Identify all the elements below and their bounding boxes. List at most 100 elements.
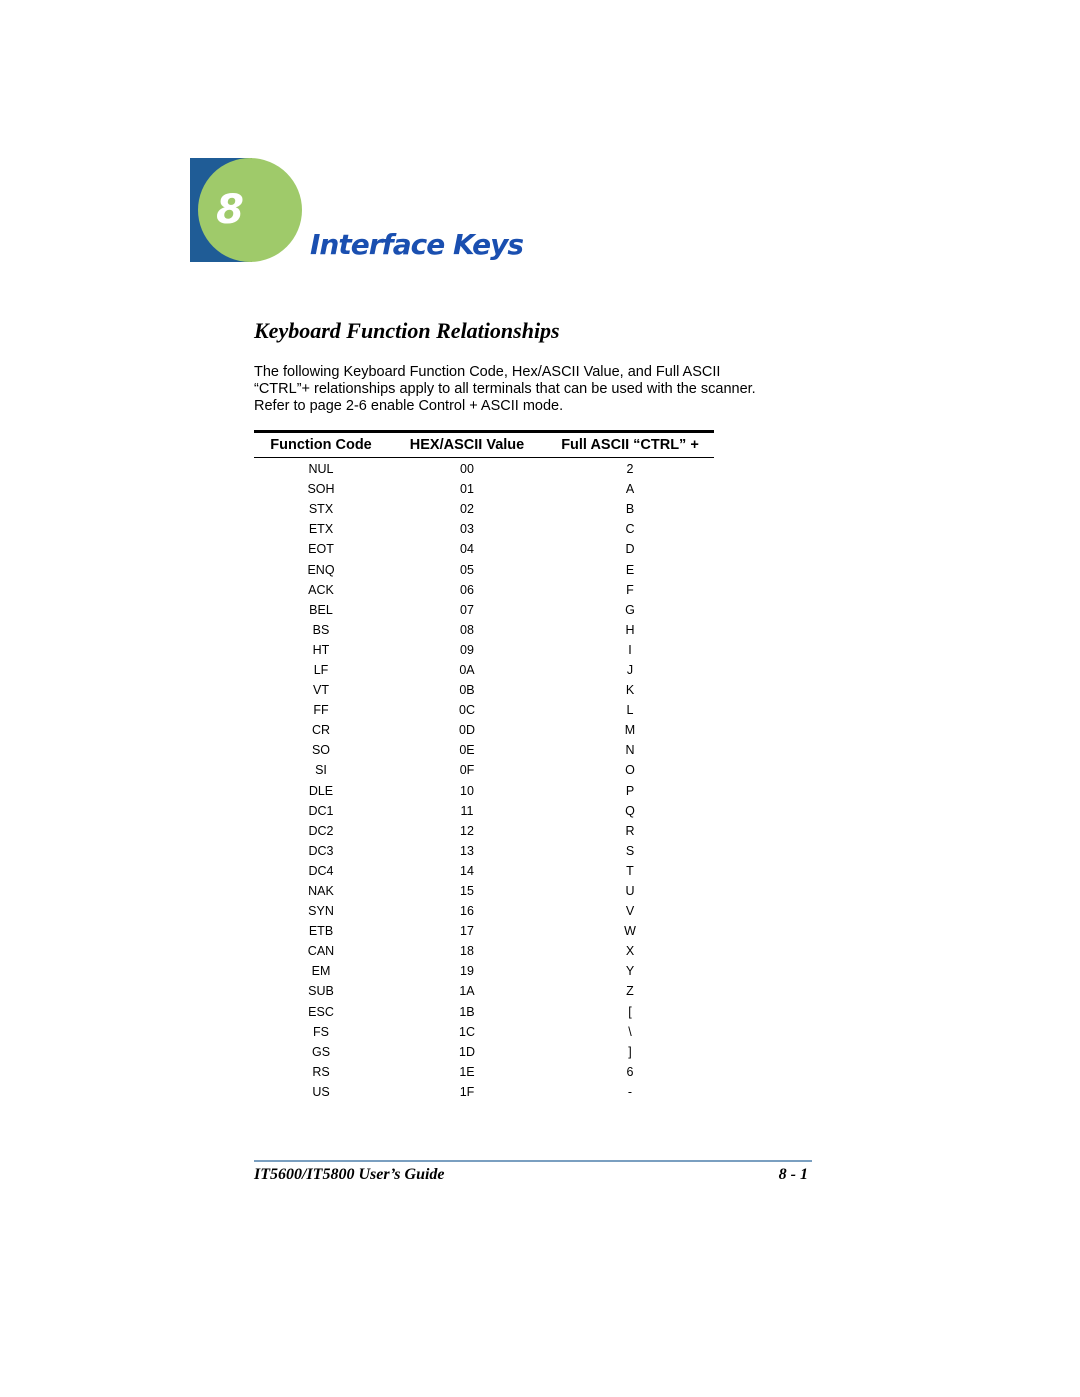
cell-function-code: SYN [308, 904, 334, 919]
table-row: FF 0C L [254, 700, 714, 720]
cell-function-code: DC2 [308, 823, 334, 838]
cell-hex-value: 0A [459, 662, 475, 677]
cell-function-code: FS [313, 1024, 329, 1039]
cell-function-code: NAK [308, 884, 334, 899]
cell-ctrl-key: R [625, 823, 635, 838]
table-row: DC1 11 Q [254, 801, 714, 821]
cell-function-code: DC4 [308, 863, 334, 878]
table-row: SYN 16 V [254, 901, 714, 921]
cell-hex-value: 18 [460, 944, 474, 959]
header-full-ascii-ctrl: Full ASCII “CTRL” + [561, 437, 699, 453]
cell-ctrl-key: S [625, 843, 635, 858]
table-row: SI 0F O [254, 760, 714, 780]
cell-function-code: ESC [308, 1004, 334, 1019]
cell-hex-value: 0F [459, 763, 475, 778]
cell-function-code: STX [308, 502, 334, 517]
table-row: CR 0D M [254, 720, 714, 740]
table-row: FS 1C \ [254, 1022, 714, 1042]
cell-function-code: FF [313, 703, 329, 718]
cell-hex-value: 12 [460, 823, 474, 838]
table-row: ETX 03 C [254, 519, 714, 539]
cell-ctrl-key: I [628, 642, 632, 657]
chapter-number: 8 [216, 187, 244, 233]
cell-ctrl-key: Y [625, 964, 635, 979]
cell-ctrl-key: \ [628, 1024, 632, 1039]
cell-function-code: EOT [308, 542, 334, 557]
cell-hex-value: 01 [460, 482, 474, 497]
table-row: US 1F - [254, 1082, 714, 1102]
cell-function-code: US [312, 1084, 330, 1099]
cell-hex-value: 1F [459, 1084, 475, 1099]
cell-ctrl-key: E [625, 562, 635, 577]
cell-function-code: NUL [308, 462, 334, 477]
cell-hex-value: 07 [460, 602, 474, 617]
cell-function-code: SO [311, 743, 331, 758]
cell-ctrl-key: Q [625, 803, 635, 818]
intro-line: “CTRL”+ relationships apply to all termi… [254, 381, 756, 397]
cell-ctrl-key: G [625, 602, 635, 617]
footer-page-number: 8 - 1 [778, 1166, 808, 1183]
cell-function-code: DLE [308, 783, 334, 798]
header-function-code: Function Code [270, 437, 372, 453]
cell-ctrl-key: X [625, 944, 635, 959]
table-row: ETB 17 W [254, 921, 714, 941]
cell-function-code: ETB [308, 924, 334, 939]
table-body: NUL 00 2 SOH 01 A STX 02 B ETX 03 C EOT 04 D ENQ 05 E ACK 0… [254, 458, 714, 1102]
cell-hex-value: 0E [459, 743, 475, 758]
cell-ctrl-key: - [627, 1084, 633, 1099]
table-row: BEL 07 G [254, 600, 714, 620]
table-row: EM 19 Y [254, 961, 714, 981]
cell-hex-value: 0D [459, 723, 475, 738]
cell-hex-value: 1A [459, 984, 475, 999]
cell-function-code: SI [315, 763, 327, 778]
table-row: BS 08 H [254, 620, 714, 640]
cell-hex-value: 06 [460, 582, 474, 597]
cell-hex-value: 0B [459, 683, 475, 698]
keyboard-function-table: Function Code HEX/ASCII Value Full ASCII… [254, 430, 714, 1102]
table-header: Function Code HEX/ASCII Value Full ASCII… [254, 433, 714, 457]
cell-ctrl-key: F [626, 582, 634, 597]
cell-hex-value: 19 [460, 964, 474, 979]
cell-ctrl-key: [ [628, 1004, 632, 1019]
cell-ctrl-key: O [625, 763, 635, 778]
footer-rule [254, 1160, 812, 1162]
table-row: ACK 06 F [254, 580, 714, 600]
cell-function-code: BS [312, 622, 330, 637]
cell-function-code: VT [313, 683, 329, 698]
cell-function-code: GS [311, 1044, 331, 1059]
cell-ctrl-key: P [625, 783, 635, 798]
cell-hex-value: 08 [460, 622, 474, 637]
cell-hex-value: 14 [460, 863, 474, 878]
cell-function-code: BEL [309, 602, 333, 617]
cell-function-code: ETX [308, 522, 334, 537]
table-row: GS 1D] [254, 1042, 714, 1062]
table-row: NUL 00 2 [254, 459, 714, 479]
cell-hex-value: 15 [460, 884, 474, 899]
cell-hex-value: 00 [460, 462, 474, 477]
table-row: STX 02 B [254, 499, 714, 519]
cell-ctrl-key: L [626, 703, 634, 718]
table-row: SUB 1A Z [254, 981, 714, 1001]
cell-ctrl-key: H [625, 622, 635, 637]
table-row: EOT 04 D [254, 539, 714, 559]
cell-function-code: HT [312, 642, 330, 657]
cell-ctrl-key: K [625, 683, 635, 698]
cell-hex-value: 05 [460, 562, 474, 577]
intro-paragraph: The following Keyboard Function Code, He… [254, 364, 814, 415]
table-row: SOH 01 A [254, 479, 714, 499]
cell-hex-value: 1C [459, 1024, 475, 1039]
cell-hex-value: 13 [460, 843, 474, 858]
cell-ctrl-key: B [625, 502, 635, 517]
cell-function-code: CAN [307, 944, 335, 959]
cell-function-code: DC3 [308, 843, 334, 858]
table-row: ESC 1B [ [254, 1002, 714, 1022]
cell-ctrl-key: V [625, 904, 635, 919]
intro-line: The following Keyboard Function Code, He… [254, 364, 721, 380]
table-row: SO 0E N [254, 740, 714, 760]
cell-ctrl-key: 6 [626, 1064, 634, 1079]
cell-function-code: EM [311, 964, 331, 979]
cell-function-code: SUB [308, 984, 334, 999]
table-row: DLE 10 P [254, 781, 714, 801]
chapter-title: Interface Keys [310, 228, 524, 261]
cell-ctrl-key: A [625, 482, 635, 497]
